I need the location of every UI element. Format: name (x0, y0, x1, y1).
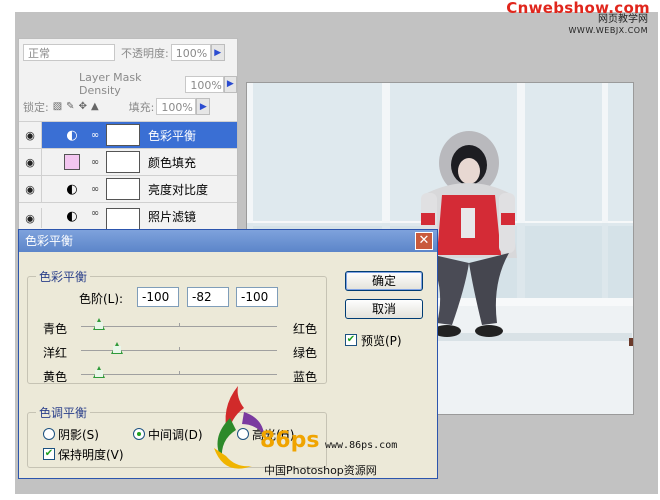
cancel-button[interactable]: 取消 (345, 299, 423, 319)
tone-balance-legend: 色调平衡 (39, 406, 88, 420)
layer-mask-thumbnail[interactable] (106, 208, 140, 230)
dialog-title: 色彩平衡 (25, 234, 74, 248)
layer-mask-thumbnail[interactable] (106, 151, 140, 173)
layer-name: 亮度对比度 (148, 182, 209, 197)
slider-label-magenta: 洋红 (43, 346, 68, 360)
dialog-titlebar[interactable]: 色彩平衡 ✕ (19, 230, 437, 252)
levels-label: 色阶(L): (79, 292, 124, 306)
logo-url: www.86ps.com (325, 440, 398, 451)
watermark-sub2: WWW.WEBJX.COM (568, 26, 648, 35)
preview-label[interactable]: 预览(P) (361, 332, 402, 349)
slider-center-tick (179, 371, 180, 375)
lock-all-icon[interactable]: ▲ (91, 101, 99, 112)
fill-label: 填充: (128, 100, 155, 114)
logo-caption: 中国Photoshop资源网 (264, 464, 377, 477)
slider-center-tick (179, 347, 180, 351)
slider-label-cyan: 青色 (43, 322, 68, 336)
preview-checkbox[interactable]: ✔ (345, 334, 357, 346)
lock-brush-icon[interactable]: ✎ (66, 101, 74, 112)
ok-button[interactable]: 确定 (345, 271, 423, 291)
levels-input-yellow-blue[interactable]: -100 (236, 287, 278, 307)
layers-panel: 正常 不透明度: 100% ▶ Layer Mask Density 100% … (18, 38, 238, 240)
fill-swatch-icon (64, 154, 80, 170)
lock-move-icon[interactable]: ✥ (79, 101, 87, 112)
mask-density-label: Layer Mask Density (79, 71, 142, 97)
slider-thumb-magenta-green[interactable] (110, 342, 123, 354)
link-icon: ∞ (90, 129, 100, 141)
levels-input-cyan-red[interactable]: -100 (137, 287, 179, 307)
opacity-label: 不透明度: (121, 46, 169, 60)
lock-label: 锁定: (23, 100, 49, 114)
86ps-logo: 86ps www.86ps.com 中国Photoshop资源网 (200, 378, 420, 478)
radio-shadows[interactable] (43, 428, 55, 440)
layer-name: 照片滤镜 (148, 210, 197, 224)
mask-density-input[interactable]: 100% (185, 75, 224, 93)
radio-midtones-label[interactable]: 中间调(D) (148, 426, 203, 443)
color-balance-legend: 色彩平衡 (39, 270, 88, 284)
logo-number: 86ps (260, 428, 320, 453)
radio-midtones[interactable] (133, 428, 145, 440)
levels-input-magenta-green[interactable]: -82 (187, 287, 229, 307)
preserve-luminosity-label[interactable]: 保持明度(V) (58, 446, 124, 463)
radio-shadows-label[interactable]: 阴影(S) (58, 426, 99, 443)
preserve-luminosity-checkbox[interactable]: ✔ (43, 448, 55, 460)
layer-name: 颜色填充 (148, 155, 197, 170)
layer-mask-thumbnail[interactable] (106, 178, 140, 200)
watermark-sub1: 网页教学网 (598, 14, 648, 25)
slider-thumb-yellow-blue[interactable] (93, 366, 105, 378)
link-icon: ∞ (90, 183, 100, 195)
slider-label-yellow: 黄色 (43, 370, 68, 384)
visibility-eye-icon[interactable]: ◉ (19, 149, 42, 175)
adjustment-icon: ◐ (66, 181, 78, 197)
slider-thumb-cyan-red[interactable] (93, 318, 105, 330)
slider-center-tick (179, 323, 180, 327)
fill-arrow-icon[interactable]: ▶ (196, 98, 211, 115)
adjustment-icon: ◐ (66, 208, 78, 224)
close-icon[interactable]: ✕ (415, 232, 433, 250)
slider-label-red: 红色 (293, 322, 318, 336)
slider-label-green: 绿色 (293, 346, 318, 360)
layer-row-brightness-contrast[interactable]: ◉ ◐ ∞ 亮度对比度 (19, 175, 237, 202)
visibility-eye-icon[interactable]: ◉ (19, 208, 42, 228)
layer-mask-thumbnail[interactable] (106, 124, 140, 146)
blend-mode-select[interactable]: 正常 (23, 44, 115, 61)
lock-transparent-icon[interactable]: ▧ (53, 101, 62, 112)
layer-name: 色彩平衡 (148, 128, 197, 143)
link-icon: ∞ (90, 208, 100, 219)
fill-input[interactable]: 100% (156, 98, 197, 115)
adjustment-icon: ◐ (66, 127, 78, 143)
opacity-input[interactable]: 100% (170, 44, 211, 61)
layer-row-color-balance[interactable]: ◉ ◐ ∞ 色彩平衡 (19, 121, 237, 148)
visibility-eye-icon[interactable]: ◉ (19, 122, 42, 148)
link-icon: ∞ (90, 156, 100, 168)
opacity-arrow-icon[interactable]: ▶ (210, 44, 225, 61)
visibility-eye-icon[interactable]: ◉ (19, 176, 42, 202)
layer-row-color-fill[interactable]: ◉ ∞ 颜色填充 (19, 148, 237, 175)
mask-density-arrow-icon[interactable]: ▶ (223, 75, 237, 93)
